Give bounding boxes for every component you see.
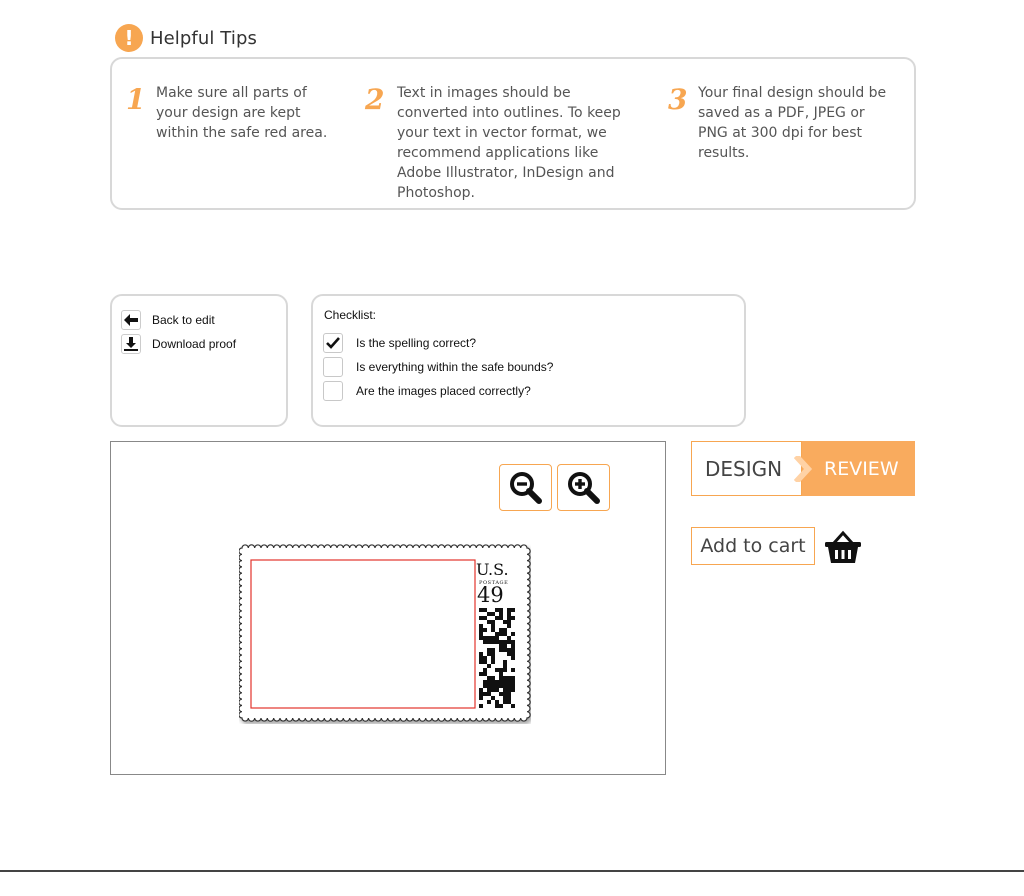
stamp-country: U.S. [476, 560, 509, 579]
checklist-item: Are the images placed correctly? [323, 381, 531, 401]
proof-actions-panel: Back to edit Download proof [110, 294, 288, 427]
basket-icon[interactable] [822, 530, 864, 564]
step-indicator: DESIGN REVIEW [691, 441, 915, 496]
download-icon [121, 334, 141, 354]
safe-bounds-checkbox[interactable] [323, 357, 343, 377]
zoom-in-button[interactable] [557, 464, 610, 511]
chevron-right-icon [794, 456, 813, 482]
postage-stamp: U.S. POSTAGE 49 [239, 544, 531, 722]
tips-box: 1 Make sure all parts of your design are… [110, 57, 916, 210]
zoom-in-icon [567, 471, 600, 504]
review-step-label: REVIEW [824, 457, 899, 480]
tip-text: Text in images should be converted into … [397, 85, 621, 201]
zoom-out-button[interactable] [499, 464, 552, 511]
checkmark-icon [326, 337, 340, 349]
download-proof-label: Download proof [152, 337, 237, 351]
tip-number: 3 [668, 83, 688, 116]
tip-number: 2 [365, 83, 385, 116]
tip-text: Make sure all parts of your design are k… [156, 85, 328, 141]
checklist-title: Checklist: [324, 308, 377, 322]
helpful-tips-header: ! Helpful Tips [115, 24, 257, 52]
checklist-label: Is everything within the safe bounds? [356, 360, 554, 374]
checklist-item: Is everything within the safe bounds? [323, 357, 553, 377]
review-step[interactable]: REVIEW [794, 441, 915, 496]
images-placed-checkbox[interactable] [323, 381, 343, 401]
back-to-edit-label: Back to edit [152, 313, 215, 327]
checklist-label: Is the spelling correct? [356, 336, 477, 350]
tip-number: 1 [126, 83, 146, 116]
exclamation-icon: ! [115, 24, 143, 52]
zoom-out-icon [509, 471, 542, 504]
checklist-label: Are the images placed correctly? [356, 384, 531, 398]
add-to-cart-button[interactable]: Add to cart [691, 527, 815, 565]
back-to-edit-button[interactable]: Back to edit [121, 310, 215, 330]
download-proof-button[interactable]: Download proof [121, 334, 236, 354]
tip-text: Your final design should be saved as a P… [698, 85, 887, 161]
stamp-value: 49 [477, 583, 504, 607]
checklist-item: Is the spelling correct? [323, 333, 476, 353]
arrow-left-icon [121, 310, 141, 330]
design-preview-canvas: U.S. POSTAGE 49 [110, 441, 666, 775]
helpful-tips-title: Helpful Tips [150, 27, 257, 49]
design-step[interactable]: DESIGN [691, 441, 802, 496]
footer-divider [0, 870, 1024, 872]
checklist-panel: Checklist: Is the spelling correct? Is e… [311, 294, 746, 427]
spelling-checkbox[interactable] [323, 333, 343, 353]
